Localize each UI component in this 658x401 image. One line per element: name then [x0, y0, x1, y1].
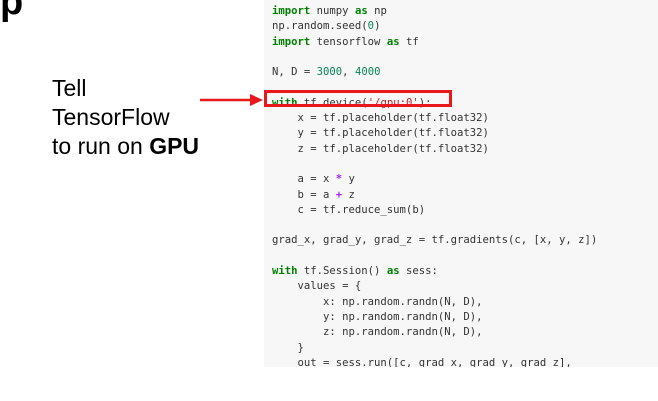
code-token: tf: [399, 35, 419, 48]
code-token: b = a: [272, 188, 336, 201]
code-token: 4000: [354, 66, 381, 79]
annotation-line-3: to run on GPU: [52, 132, 199, 161]
code-line: z: np.random.randn(N, D),: [272, 325, 597, 340]
code-token: tf.Session(): [297, 265, 387, 278]
code-panel: import numpy as np np.random.seed(0) impor…: [264, 0, 658, 367]
arrow-head: [250, 94, 263, 106]
code-line: b = a + z: [272, 188, 597, 203]
code-token: y = tf.placeholder(tf.float32): [272, 127, 489, 140]
code-token: a = x: [272, 173, 336, 186]
gpu-device-highlight-box: [264, 90, 452, 107]
code-token: x: np.random.randn(N, D),: [272, 295, 483, 308]
code-line: import tensorflow as tf: [272, 35, 597, 50]
code-token: as: [354, 5, 368, 17]
code-token: with: [272, 265, 298, 278]
code-line: np.random.seed(0): [272, 19, 597, 34]
code-line: out = sess.run([c, grad_x, grad_y, grad_…: [272, 356, 597, 367]
code-line: c = tf.reduce_sum(b): [272, 203, 597, 218]
code-token: ,: [342, 66, 355, 79]
code-token: np.random.seed(: [272, 20, 368, 33]
code-token: sess:: [399, 265, 438, 278]
code-token: as: [386, 35, 400, 48]
code-token: as: [386, 265, 400, 278]
code-token: }: [272, 341, 304, 354]
code-line: with tf.Session() as sess:: [272, 264, 597, 279]
code-token: import: [272, 5, 311, 17]
code-line: a = x * y: [272, 172, 597, 187]
code-line: y: np.random.randn(N, D),: [272, 310, 597, 325]
code-token: z: [342, 188, 355, 201]
code-line: import numpy as np: [272, 4, 597, 19]
code-token: tensorflow: [310, 35, 387, 48]
annotation-line-1: Tell: [52, 75, 87, 101]
code-token: x = tf.placeholder(tf.float32): [272, 112, 489, 125]
slide-title-fragment: p: [0, 0, 24, 23]
code-line: y = tf.placeholder(tf.float32): [272, 126, 597, 141]
annotation-gpu-emphasis: GPU: [149, 133, 200, 159]
code-token: z = tf.placeholder(tf.float32): [272, 142, 489, 155]
code-token: numpy: [310, 5, 355, 17]
annotation-line-2: TensorFlow: [52, 104, 170, 130]
code-line: grad_x, grad_y, grad_z = tf.gradients(c,…: [272, 233, 597, 248]
code-line: z = tf.placeholder(tf.float32): [272, 142, 597, 157]
code-token: y: [342, 173, 355, 186]
code-token: import: [272, 35, 311, 48]
code-token: ): [374, 20, 381, 33]
code-token: grad_x, grad_y, grad_z = tf.gradients(c,…: [272, 234, 598, 247]
code-token: c = tf.reduce_sum(b): [272, 203, 426, 216]
annotation-text: Tell TensorFlow to run on GPU: [52, 74, 199, 161]
code-line: x: np.random.randn(N, D),: [272, 295, 597, 310]
code-line: }: [272, 341, 597, 356]
code-token: z: np.random.randn(N, D),: [272, 326, 483, 339]
code-token: out = sess.run([c, grad_x, grad_y, grad_…: [272, 356, 572, 367]
code-token: np: [367, 5, 387, 17]
code-block: import numpy as np np.random.seed(0) impor…: [272, 4, 597, 367]
code-line: values = {: [272, 279, 597, 294]
arrow-right-icon: [200, 94, 263, 106]
code-line: N, D = 3000, 4000: [272, 65, 597, 80]
code-token: N, D =: [272, 66, 317, 79]
code-line: x = tf.placeholder(tf.float32): [272, 111, 597, 126]
annotation-line-3-prefix: to run on: [52, 133, 150, 159]
code-token: values = {: [272, 280, 362, 293]
code-token: y: np.random.randn(N, D),: [272, 310, 483, 323]
code-token: 3000: [316, 66, 343, 79]
